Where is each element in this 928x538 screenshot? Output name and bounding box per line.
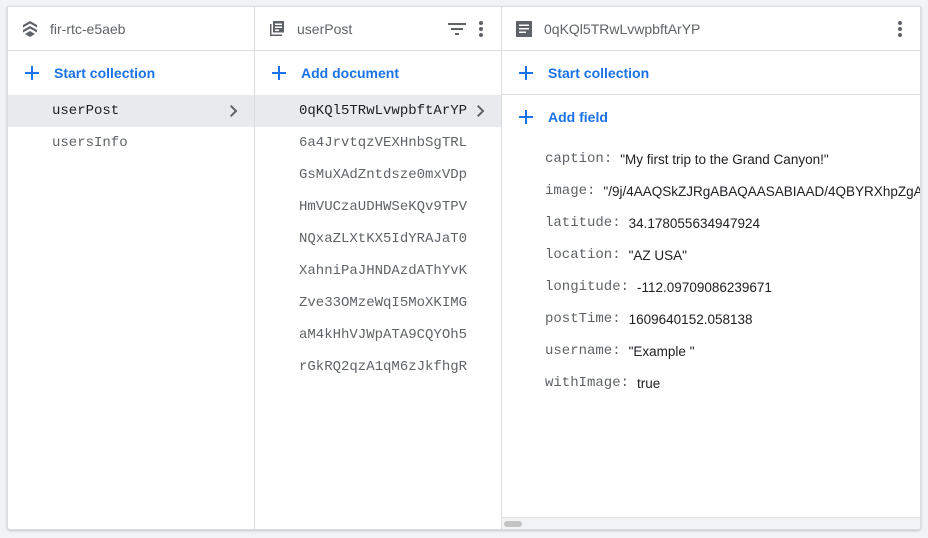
field-key: username	[545, 343, 613, 359]
field-value: "/9j/4AAQSkZJRgABAQAASABIAAD/4QBYRXhpZgA…	[603, 183, 920, 199]
field-list: caption: "My first trip to the Grand Can…	[502, 139, 920, 399]
document-item[interactable]: aM4kHhVJWpATA9CQYOh5	[255, 319, 501, 351]
field-value: 34.178055634947924	[628, 215, 761, 231]
scrollbar-thumb[interactable]	[504, 521, 522, 527]
project-title: fir-rtc-e5aeb	[50, 20, 126, 37]
field-key: caption	[545, 151, 604, 167]
document-item[interactable]: NQxaZLXtKX5IdYRAJaT0	[255, 223, 501, 255]
document-item[interactable]: XahniPaJHNDAzdAThYvK	[255, 255, 501, 287]
collection-item-label: userPost	[52, 103, 120, 119]
collection-item-usersinfo[interactable]: usersInfo	[8, 127, 254, 159]
collection-panel: userPost Add document 0qKQl5TRwLvwpbftAr…	[255, 7, 502, 529]
field-value: "Example "	[628, 343, 695, 359]
document-item-label: NQxaZLXtKX5IdYRAJaT0	[299, 231, 468, 247]
add-document-button[interactable]: Add document	[255, 51, 501, 95]
collection-item-label: usersInfo	[52, 135, 128, 151]
document-item[interactable]: rGkRQ2qzA1qM6zJkfhgR	[255, 351, 501, 383]
field-row-longitude[interactable]: longitude: -112.09709086239671	[545, 271, 920, 303]
field-key: latitude	[545, 215, 613, 231]
add-document-label: Add document	[301, 65, 399, 81]
field-row-image[interactable]: image: "/9j/4AAQSkZJRgABAQAASABIAAD/4QBY…	[545, 175, 920, 207]
document-item[interactable]: Zve33OMzeWqI5MoXKIMG	[255, 287, 501, 319]
field-value: -112.09709086239671	[637, 279, 772, 295]
horizontal-scrollbar[interactable]	[502, 517, 920, 529]
document-item-label: aM4kHhVJWpATA9CQYOh5	[299, 327, 468, 343]
field-row-latitude[interactable]: latitude: 34.178055634947924	[545, 207, 920, 239]
firestore-data-viewer: fir-rtc-e5aeb Start collection userPost …	[7, 6, 921, 530]
collection-panel-header: userPost	[255, 7, 501, 51]
more-vert-icon[interactable]	[888, 17, 912, 41]
document-title: 0qKQl5TRwLvwpbftArYP	[544, 20, 701, 37]
add-field-label: Add field	[548, 109, 608, 125]
field-key: withImage	[545, 375, 621, 391]
field-row-withimage[interactable]: withImage: true	[545, 367, 920, 399]
field-value: "My first trip to the Grand Canyon!"	[620, 151, 829, 167]
chevron-right-icon	[473, 103, 489, 119]
collection-title: userPost	[297, 20, 353, 37]
field-row-location[interactable]: location: "AZ USA"	[545, 239, 920, 271]
plus-icon	[516, 107, 536, 127]
root-panel: fir-rtc-e5aeb Start collection userPost …	[8, 7, 255, 529]
start-subcollection-button[interactable]: Start collection	[502, 51, 920, 95]
document-item[interactable]: 0qKQl5TRwLvwpbftArYP	[255, 95, 501, 127]
plus-icon	[516, 63, 536, 83]
document-item-label: 6a4JrvtqzVEXHnbSgTRL	[299, 135, 468, 151]
field-key: postTime	[545, 311, 613, 327]
document-item[interactable]: GsMuXAdZntdsze0mxVDp	[255, 159, 501, 191]
filter-icon[interactable]	[445, 17, 469, 41]
start-collection-button[interactable]: Start collection	[8, 51, 254, 95]
document-item-label: GsMuXAdZntdsze0mxVDp	[299, 167, 468, 183]
document-panel-header: 0qKQl5TRwLvwpbftArYP	[502, 7, 920, 51]
field-row-posttime[interactable]: postTime: 1609640152.058138	[545, 303, 920, 335]
collection-list: userPost usersInfo	[8, 95, 254, 159]
more-vert-icon[interactable]	[469, 17, 493, 41]
field-key: longitude	[545, 279, 621, 295]
document-item-label: XahniPaJHNDAzdAThYvK	[299, 263, 468, 279]
collection-icon	[267, 19, 287, 39]
document-item[interactable]: 6a4JrvtqzVEXHnbSgTRL	[255, 127, 501, 159]
root-panel-header: fir-rtc-e5aeb	[8, 7, 254, 51]
start-subcollection-label: Start collection	[548, 64, 650, 81]
field-key: image	[545, 183, 588, 199]
add-field-button[interactable]: Add field	[502, 95, 920, 139]
field-value: "AZ USA"	[628, 247, 687, 263]
document-panel: 0qKQl5TRwLvwpbftArYP Start collection Ad…	[502, 7, 920, 529]
document-item-label: Zve33OMzeWqI5MoXKIMG	[299, 295, 468, 311]
start-collection-label: Start collection	[54, 65, 156, 81]
field-value: true	[637, 375, 661, 391]
field-key: location	[545, 247, 613, 263]
document-list: 0qKQl5TRwLvwpbftArYP 6a4JrvtqzVEXHnbSgTR…	[255, 95, 501, 383]
firestore-icon	[20, 19, 40, 39]
plus-icon	[269, 63, 289, 83]
field-row-username[interactable]: username: "Example "	[545, 335, 920, 367]
document-item[interactable]: HmVUCzaUDHWSeKQv9TPV	[255, 191, 501, 223]
field-row-caption[interactable]: caption: "My first trip to the Grand Can…	[545, 143, 920, 175]
document-icon	[514, 19, 534, 39]
field-value: 1609640152.058138	[628, 311, 753, 327]
collection-item-userpost[interactable]: userPost	[8, 95, 254, 127]
plus-icon	[22, 63, 42, 83]
chevron-right-icon	[226, 103, 242, 119]
document-item-label: HmVUCzaUDHWSeKQv9TPV	[299, 199, 468, 215]
document-item-label: 0qKQl5TRwLvwpbftArYP	[299, 103, 468, 119]
document-item-label: rGkRQ2qzA1qM6zJkfhgR	[299, 359, 468, 375]
